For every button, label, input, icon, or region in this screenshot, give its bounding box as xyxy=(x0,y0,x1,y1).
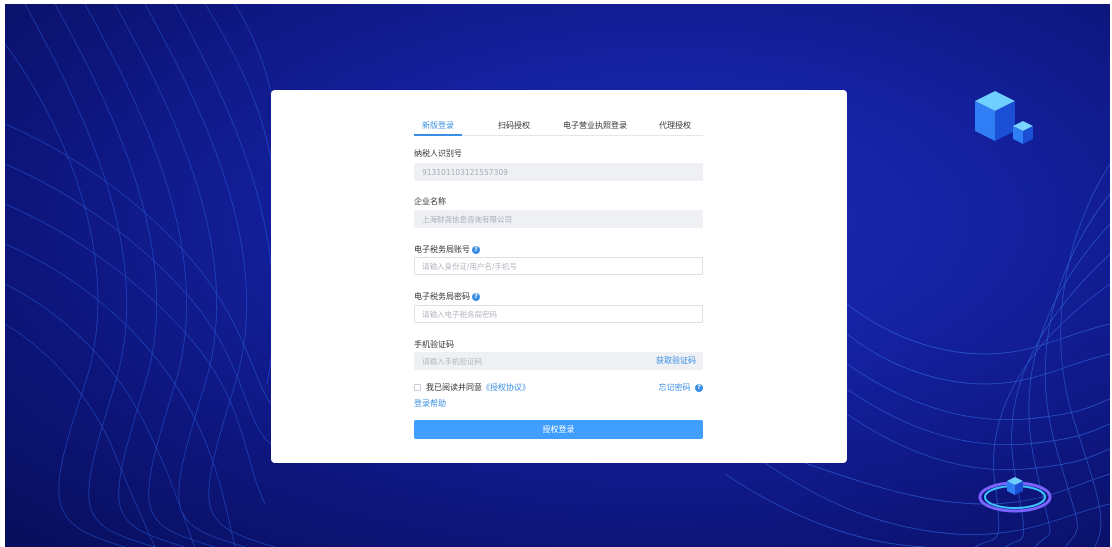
background: 新版登录 扫码授权 电子营业执照登录 代理授权 纳税人识别号 企业名称 电子税务… xyxy=(5,4,1110,547)
taxpayer-id-label: 纳税人识别号 xyxy=(414,149,462,158)
account-label-text: 电子税务局账号 xyxy=(414,245,470,254)
question-circle-icon: ? xyxy=(695,383,703,392)
sms-code-group: 获取验证码 xyxy=(414,352,703,370)
taxpayer-id-field[interactable] xyxy=(414,163,703,181)
login-help-link[interactable]: 登录帮助 xyxy=(414,398,446,409)
password-label-text: 电子税务局密码 xyxy=(414,292,470,301)
tab-agent-auth[interactable]: 代理授权 xyxy=(659,120,691,131)
cube-decoration-icon xyxy=(975,91,1033,144)
agreement-link[interactable]: 《授权协议》 xyxy=(482,383,530,392)
tab-qr-auth[interactable]: 扫码授权 xyxy=(498,120,530,131)
login-card: 新版登录 扫码授权 电子营业执照登录 代理授权 纳税人识别号 企业名称 电子税务… xyxy=(271,90,847,463)
tab-new-login[interactable]: 新版登录 xyxy=(422,120,454,131)
agreement-text: 我已阅读并同意《授权协议》 xyxy=(426,382,530,393)
get-code-button[interactable]: 获取验证码 xyxy=(656,355,696,366)
account-label: 电子税务局账号? xyxy=(414,244,480,255)
password-label: 电子税务局密码? xyxy=(414,291,480,302)
sms-code-label: 手机验证码 xyxy=(414,340,454,349)
company-name-label: 企业名称 xyxy=(414,197,446,206)
forgot-password-link[interactable]: 忘记密码 ? xyxy=(658,382,703,393)
password-input[interactable] xyxy=(414,305,703,323)
account-input[interactable] xyxy=(414,257,703,275)
authorize-login-button[interactable]: 授权登录 xyxy=(414,420,703,439)
forgot-password-text: 忘记密码 xyxy=(658,383,691,392)
company-name-field[interactable] xyxy=(414,210,703,228)
agreement-prefix: 我已阅读并同意 xyxy=(426,383,482,392)
agreement-row: 我已阅读并同意《授权协议》 忘记密码 ? xyxy=(414,382,703,394)
active-tab-indicator xyxy=(414,134,462,136)
question-circle-icon[interactable]: ? xyxy=(472,292,480,301)
ring-decoration-icon xyxy=(978,477,1052,513)
tab-business-license[interactable]: 电子营业执照登录 xyxy=(563,120,627,131)
question-circle-icon[interactable]: ? xyxy=(472,245,480,254)
agree-checkbox[interactable] xyxy=(414,384,421,391)
login-tabs: 新版登录 扫码授权 电子营业执照登录 代理授权 xyxy=(414,118,703,136)
